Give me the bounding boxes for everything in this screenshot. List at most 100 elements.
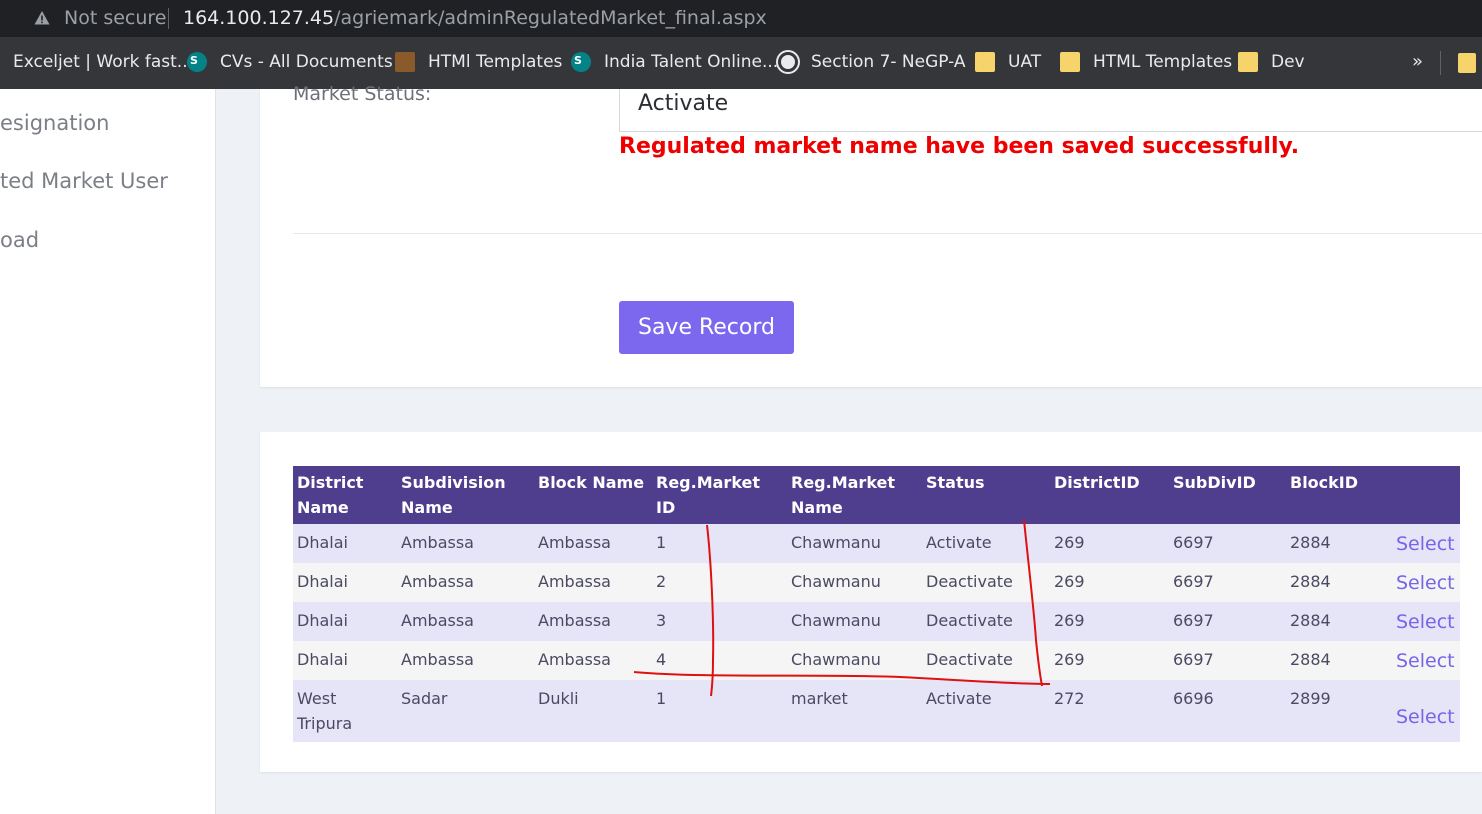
table-cell: Select [1392, 563, 1460, 602]
bookmark-dev[interactable]: Dev [1238, 50, 1305, 74]
table-cell: Dhalai [293, 524, 397, 563]
bookmark-html-templates-1[interactable]: HTMl Templates [395, 50, 562, 74]
bookmark-label: Dev [1271, 52, 1305, 72]
table-row: Dhalai Ambassa Ambassa 1 Chawmanu Activa… [293, 524, 1460, 563]
column-header: Block Name [534, 466, 652, 524]
url-field[interactable]: 164.100.127.45/agriemark/adminRegulatedM… [183, 7, 767, 29]
table-cell: market [787, 680, 922, 742]
table-cell: Activate [922, 524, 1050, 563]
address-separator [168, 8, 169, 29]
sidebar-item-designation[interactable]: esignation [0, 111, 109, 135]
bookmark-html-templates-2[interactable]: HTML Templates [1060, 50, 1232, 74]
sharepoint-icon [187, 52, 207, 72]
table-cell: 3 [652, 602, 787, 641]
table-cell: Ambassa [534, 602, 652, 641]
bookmark-label: Section 7- NeGP-A [811, 52, 966, 72]
form-divider [293, 233, 1482, 234]
table-cell: Ambassa [397, 524, 534, 563]
bookmark-label: HTML Templates [1093, 52, 1233, 72]
bookmark-cvs[interactable]: CVs - All Documents [187, 50, 393, 74]
folder-icon [1060, 52, 1080, 72]
table-cell: 272 [1050, 680, 1169, 742]
table-cell: Ambassa [534, 563, 652, 602]
not-secure-label[interactable]: Not secure [64, 7, 167, 29]
table-header-row: District Name Subdivision Name Block Nam… [293, 466, 1460, 524]
bookmark-india-talent[interactable]: India Talent Online... [571, 50, 778, 74]
select-link[interactable]: Select [1396, 569, 1455, 596]
table-cell: 269 [1050, 641, 1169, 680]
column-header: BlockID [1286, 466, 1392, 524]
bookmark-uat[interactable]: UAT [975, 50, 1041, 74]
globe-icon [778, 52, 798, 72]
sharepoint-icon [571, 52, 591, 72]
table-row: West Tripura Sadar Dukli 1 market Activa… [293, 680, 1460, 742]
bookmarks-separator [1440, 51, 1441, 75]
table-cell: Select [1392, 641, 1460, 680]
select-link[interactable]: Select [1396, 530, 1455, 557]
table-cell: 1 [652, 524, 787, 563]
folder-icon[interactable] [1458, 53, 1476, 73]
table-cell: 2884 [1286, 524, 1392, 563]
market-status-select[interactable]: Activate [619, 89, 1482, 132]
template-icon [395, 52, 415, 72]
bookmarks-bar: Exceljet | Work fast... CVs - All Docume… [0, 37, 1482, 89]
table-cell: 269 [1050, 524, 1169, 563]
select-link[interactable]: Select [1396, 608, 1455, 635]
table-cell: 2884 [1286, 563, 1392, 602]
sidebar-item-regulated-market-user[interactable]: ted Market User [0, 169, 168, 193]
column-header: District Name [293, 466, 397, 524]
table-cell: Dhalai [293, 641, 397, 680]
sidebar: esignation ted Market User oad [0, 89, 216, 814]
column-header: Status [922, 466, 1050, 524]
browser-address-bar: Not secure 164.100.127.45/agriemark/admi… [0, 0, 1482, 37]
table-cell: 269 [1050, 602, 1169, 641]
market-status-label: Market Status: [293, 83, 432, 105]
table-cell: Ambassa [397, 602, 534, 641]
table-cell: Deactivate [922, 641, 1050, 680]
column-header: Reg.Market Name [787, 466, 922, 524]
column-header: SubDivID [1169, 466, 1286, 524]
table-cell: 6697 [1169, 641, 1286, 680]
table-cell: 269 [1050, 563, 1169, 602]
bookmark-label: HTMl Templates [428, 52, 563, 72]
table-cell: Ambassa [397, 563, 534, 602]
table-cell: Sadar [397, 680, 534, 742]
table-cell: Deactivate [922, 602, 1050, 641]
table-cell: Deactivate [922, 563, 1050, 602]
table-cell: 4 [652, 641, 787, 680]
table-cell: 6696 [1169, 680, 1286, 742]
select-link[interactable]: Select [1396, 703, 1455, 730]
success-message: Regulated market name have been saved su… [619, 134, 1300, 159]
table-row: Dhalai Ambassa Ambassa 2 Chawmanu Deacti… [293, 563, 1460, 602]
folder-icon [975, 52, 995, 72]
table-cell: 2884 [1286, 602, 1392, 641]
table-cell: Activate [922, 680, 1050, 742]
warning-icon [34, 11, 50, 25]
bookmarks-overflow-button[interactable]: » [1412, 51, 1423, 72]
bookmark-section7[interactable]: Section 7- NeGP-A [778, 50, 966, 74]
sidebar-item-upload[interactable]: oad [0, 228, 39, 252]
table-cell: Select [1392, 524, 1460, 563]
table-cell: Chawmanu [787, 641, 922, 680]
table-cell: Ambassa [397, 641, 534, 680]
save-record-button[interactable]: Save Record [619, 301, 794, 354]
column-header: Subdivision Name [397, 466, 534, 524]
bookmark-label: CVs - All Documents [220, 52, 393, 72]
table-cell: Ambassa [534, 641, 652, 680]
table-cell: Select [1392, 602, 1460, 641]
table-cell: West Tripura [293, 680, 397, 742]
table-cell: 2884 [1286, 641, 1392, 680]
table-cell: Dhalai [293, 602, 397, 641]
table-cell: Ambassa [534, 524, 652, 563]
table-cell: 6697 [1169, 563, 1286, 602]
column-header: Reg.Market ID [652, 466, 787, 524]
bookmark-exceljet[interactable]: Exceljet | Work fast... [13, 50, 193, 74]
column-header [1392, 466, 1460, 524]
select-link[interactable]: Select [1396, 647, 1455, 674]
bookmark-label: UAT [1008, 52, 1042, 72]
bookmark-label: Exceljet | Work fast... [13, 52, 194, 72]
folder-icon [1238, 52, 1258, 72]
form-card: Market Status: Activate Regulated market… [260, 83, 1482, 387]
table-cell: Chawmanu [787, 563, 922, 602]
table-cell: 6697 [1169, 602, 1286, 641]
